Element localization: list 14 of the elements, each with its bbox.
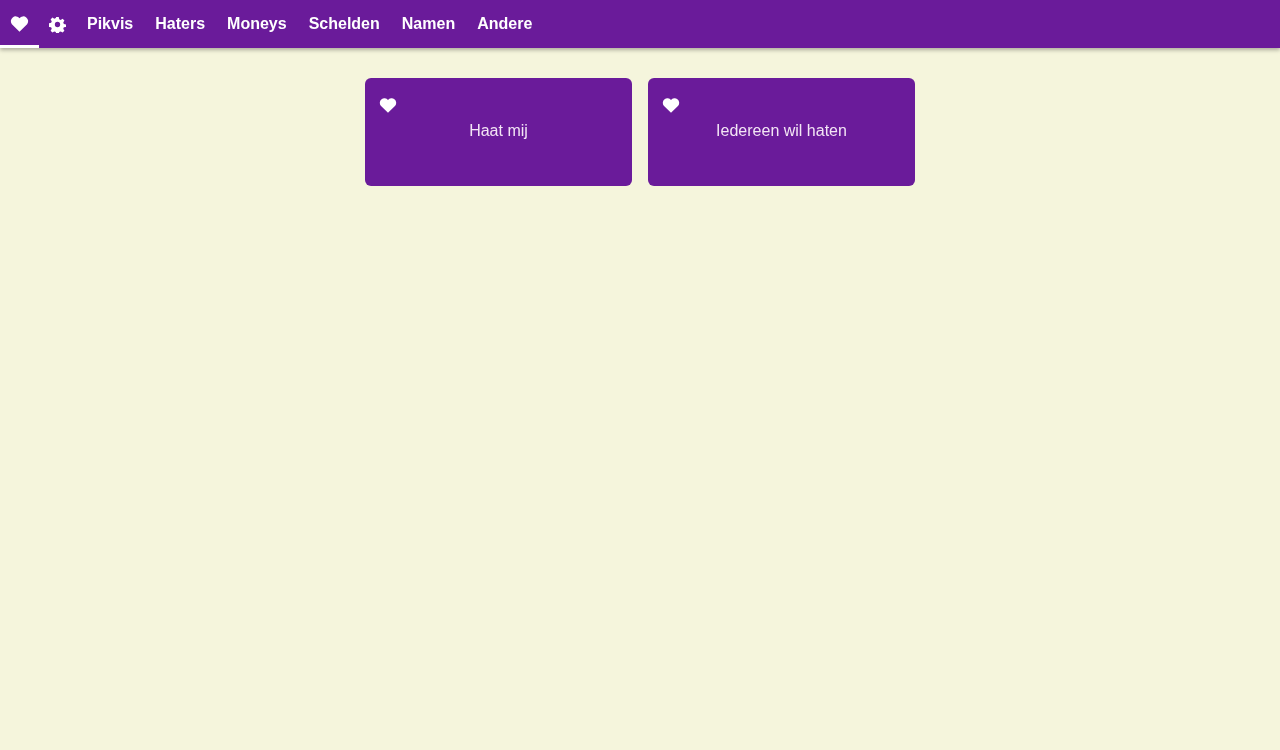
heart-icon[interactable] bbox=[379, 98, 397, 114]
nav-tab[interactable]: Andere bbox=[466, 0, 544, 48]
nav-tab[interactable]: Namen bbox=[390, 0, 467, 48]
nav-tab[interactable]: Schelden bbox=[297, 0, 391, 48]
nav-tab[interactable]: Moneys bbox=[216, 0, 298, 48]
heart-icon[interactable] bbox=[662, 98, 680, 114]
settings-icon bbox=[49, 15, 66, 33]
phrase-card[interactable]: Haat mij bbox=[365, 78, 632, 186]
nav-tab[interactable]: Pikvis bbox=[76, 0, 145, 48]
phrase-card[interactable]: Iedereen wil haten bbox=[648, 78, 915, 186]
heart-icon bbox=[10, 14, 29, 34]
card-label: Haat mij bbox=[469, 122, 528, 140]
card-label: Iedereen wil haten bbox=[716, 122, 847, 140]
nav-tab[interactable]: Haters bbox=[144, 0, 217, 48]
